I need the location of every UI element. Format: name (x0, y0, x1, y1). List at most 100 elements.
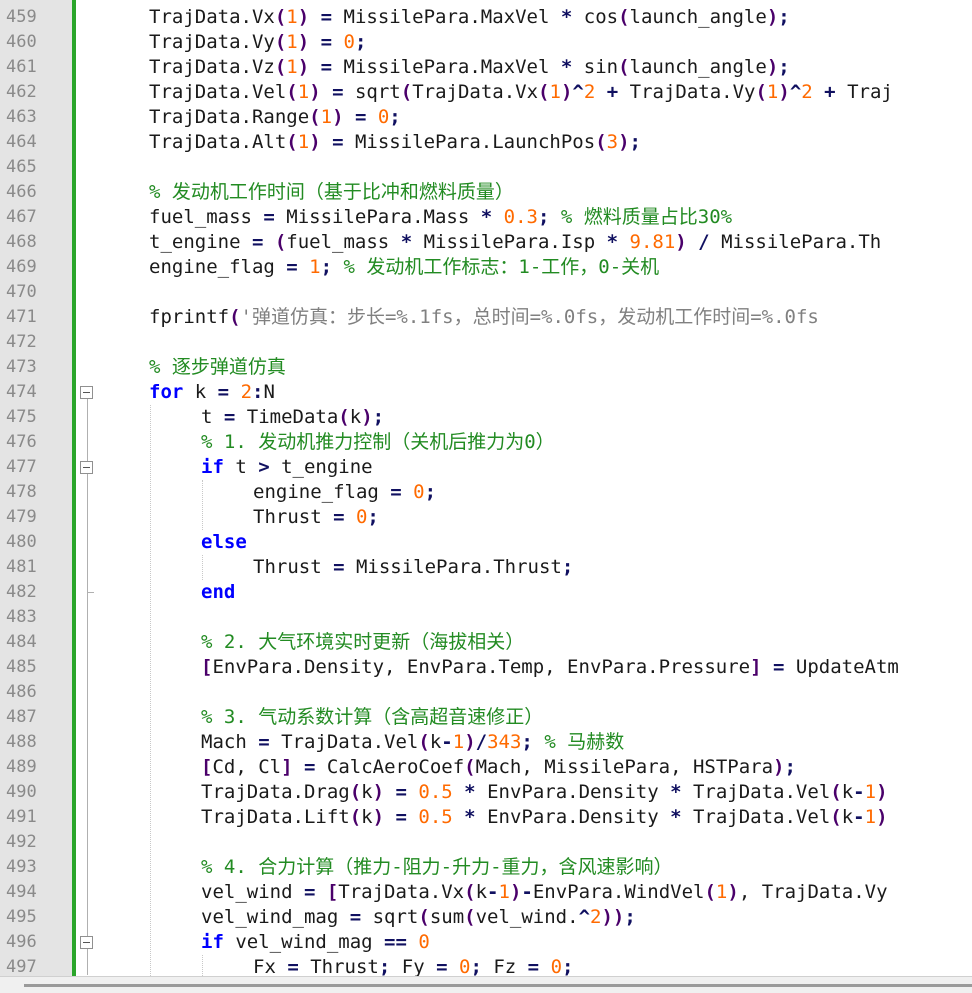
code-line[interactable]: % 1. 发动机推力控制（关机后推力为0） (201, 430, 972, 455)
code-line[interactable]: TrajData.Vx(1) = MissilePara.MaxVel * co… (149, 5, 972, 30)
code-token: t (223, 456, 259, 478)
code-line[interactable]: engine_flag = 0; (253, 480, 972, 505)
code-line[interactable]: vel_wind = [TrajData.Vx(k-1)-EnvPara.Win… (201, 880, 972, 905)
code-token: ; (629, 131, 641, 153)
code-token: Fy (390, 956, 437, 976)
code-token: Thrust (310, 956, 379, 976)
code-token: : (252, 381, 264, 403)
code-token: / (686, 231, 722, 253)
code-token: 0 (550, 956, 563, 976)
code-token: sqrt (354, 81, 401, 103)
code-token: % 4. 合力计算（推力-阻力-升力-重力，含风速影响） (201, 856, 673, 878)
code-line[interactable]: end (201, 580, 972, 605)
line-number: 474 (6, 382, 37, 402)
code-token: MissilePara.Isp (412, 231, 607, 253)
code-token: TrajData.Vel (281, 731, 419, 753)
code-token: 1 (864, 806, 877, 828)
code-line[interactable]: for k = 2:N (149, 380, 972, 405)
code-line[interactable]: TrajData.Range(1) = 0; (149, 105, 972, 130)
line-number: 490 (6, 782, 37, 802)
code-token: - (521, 881, 533, 903)
code-token: * (400, 231, 413, 253)
code-editor[interactable]: 459 TrajData.Vx(1) = MissilePara.MaxVel *… (0, 0, 972, 976)
code-token: 1 (864, 781, 877, 803)
line-number: 472 (6, 332, 37, 352)
code-token: 0 (377, 106, 390, 128)
code-line[interactable]: t_engine = (fuel_mass * MissilePara.Isp … (149, 230, 972, 255)
code-line[interactable]: fuel_mass = MissilePara.Mass * 0.3; % 燃料… (149, 205, 972, 230)
code-line[interactable]: else (201, 530, 972, 555)
code-token: = (246, 731, 282, 753)
code-line[interactable]: t = TimeData(k); (201, 405, 972, 430)
code-line[interactable]: % 逐步弹道仿真 (149, 355, 972, 380)
code-token: ; (778, 6, 790, 28)
code-token: ) (464, 731, 476, 753)
code-line[interactable]: % 2. 大气环境实时更新（海拔相关） (201, 630, 972, 655)
code-line[interactable]: if t > t_engine (201, 455, 972, 480)
line-number: 479 (6, 507, 37, 527)
code-token: engine_flag (253, 481, 379, 503)
fold-collapse-icon[interactable] (80, 386, 93, 399)
code-line[interactable]: TrajData.Vy(1) = 0; (149, 30, 972, 55)
code-token: ) (309, 81, 321, 103)
code-line[interactable] (201, 680, 972, 705)
code-line[interactable]: TrajData.Alt(1) = MissilePara.LaunchPos(… (149, 130, 972, 155)
fold-collapse-icon[interactable] (80, 461, 93, 474)
fold-collapse-icon[interactable] (80, 936, 93, 949)
code-line[interactable]: TrajData.Vel(1) = sqrt(TrajData.Vx(1)^2 … (149, 80, 972, 105)
indent-guide (202, 480, 203, 530)
code-line[interactable]: % 发动机工作时间（基于比冲和燃料质量） (149, 180, 972, 205)
code-line[interactable]: [EnvPara.Density, EnvPara.Temp, EnvPara.… (201, 655, 972, 680)
code-line[interactable]: Thrust = 0; (253, 505, 972, 530)
code-token: 2 (583, 81, 596, 103)
code-line[interactable]: fprintf('弹道仿真：步长=%.1fs，总时间=%.0fs，发动机工作时间… (149, 305, 972, 330)
code-token: 0.5 (418, 781, 453, 803)
code-line[interactable]: TrajData.Drag(k) = 0.5 * EnvPara.Density… (201, 780, 972, 805)
code-token: 1 (452, 731, 465, 753)
code-line[interactable]: vel_wind_mag = sqrt(sum(vel_wind.^2)); (201, 905, 972, 930)
code-line[interactable] (149, 330, 972, 355)
code-token: TrajData.Vel (681, 781, 831, 803)
code-line[interactable]: Thrust = MissilePara.Thrust; (253, 555, 972, 580)
code-token: * (670, 806, 682, 828)
code-token: TrajData.Range (149, 106, 310, 128)
code-token: = (321, 506, 356, 528)
code-token: % 逐步弹道仿真 (149, 356, 286, 378)
code-token: 9.81 (629, 231, 676, 253)
scrollbar-thumb[interactable] (24, 984, 972, 987)
line-number: 491 (6, 807, 37, 827)
code-token: 1 (549, 81, 561, 103)
code-token: '弹道仿真：步长=%.1fs，总时间=%.0fs，发动机工作时间=%.0fs (240, 306, 819, 328)
code-line[interactable]: [Cd, Cl] = CalcAeroCoef(Mach, MissilePar… (201, 755, 972, 780)
line-number: 481 (6, 557, 37, 577)
code-token: 0 (458, 956, 471, 976)
line-number: 477 (6, 457, 37, 477)
code-line[interactable]: TrajData.Vz(1) = MissilePara.MaxVel * si… (149, 55, 972, 80)
horizontal-scrollbar[interactable] (0, 976, 972, 993)
code-line[interactable] (149, 155, 972, 180)
code-token: - (441, 731, 453, 753)
code-token: ) (297, 31, 310, 53)
code-line[interactable] (149, 280, 972, 305)
code-token: k (475, 881, 488, 903)
code-token: TrajData.Vy (629, 81, 756, 103)
code-token: TrajData.Vel (681, 806, 831, 828)
code-line[interactable]: % 4. 合力计算（推力-阻力-升力-重力，含风速影响） (201, 855, 972, 880)
code-line[interactable]: TrajData.Lift(k) = 0.5 * EnvPara.Density… (201, 805, 972, 830)
code-token: = (378, 481, 414, 503)
code-token: = (309, 56, 344, 78)
code-line[interactable]: % 3. 气动系数计算（含高超音速修正） (201, 705, 972, 730)
line-number: 478 (6, 482, 37, 502)
code-line[interactable]: engine_flag = 1; % 发动机工作标志：1-工作，0-关机 (149, 255, 972, 280)
code-line[interactable]: Fx = Thrust; Fy = 0; Fz = 0; (253, 955, 972, 976)
code-token: CalcAeroCoef (326, 756, 465, 778)
code-token: ; (372, 406, 385, 428)
code-line[interactable] (201, 830, 972, 855)
code-token: = (320, 131, 355, 153)
code-token: ( (338, 406, 350, 428)
code-line[interactable] (201, 605, 972, 630)
code-token: 2 (590, 906, 602, 928)
code-line[interactable]: if vel_wind_mag == 0 (201, 930, 972, 955)
code-line[interactable]: Mach = TrajData.Vel(k-1)/343; % 马赫数 (201, 730, 972, 755)
